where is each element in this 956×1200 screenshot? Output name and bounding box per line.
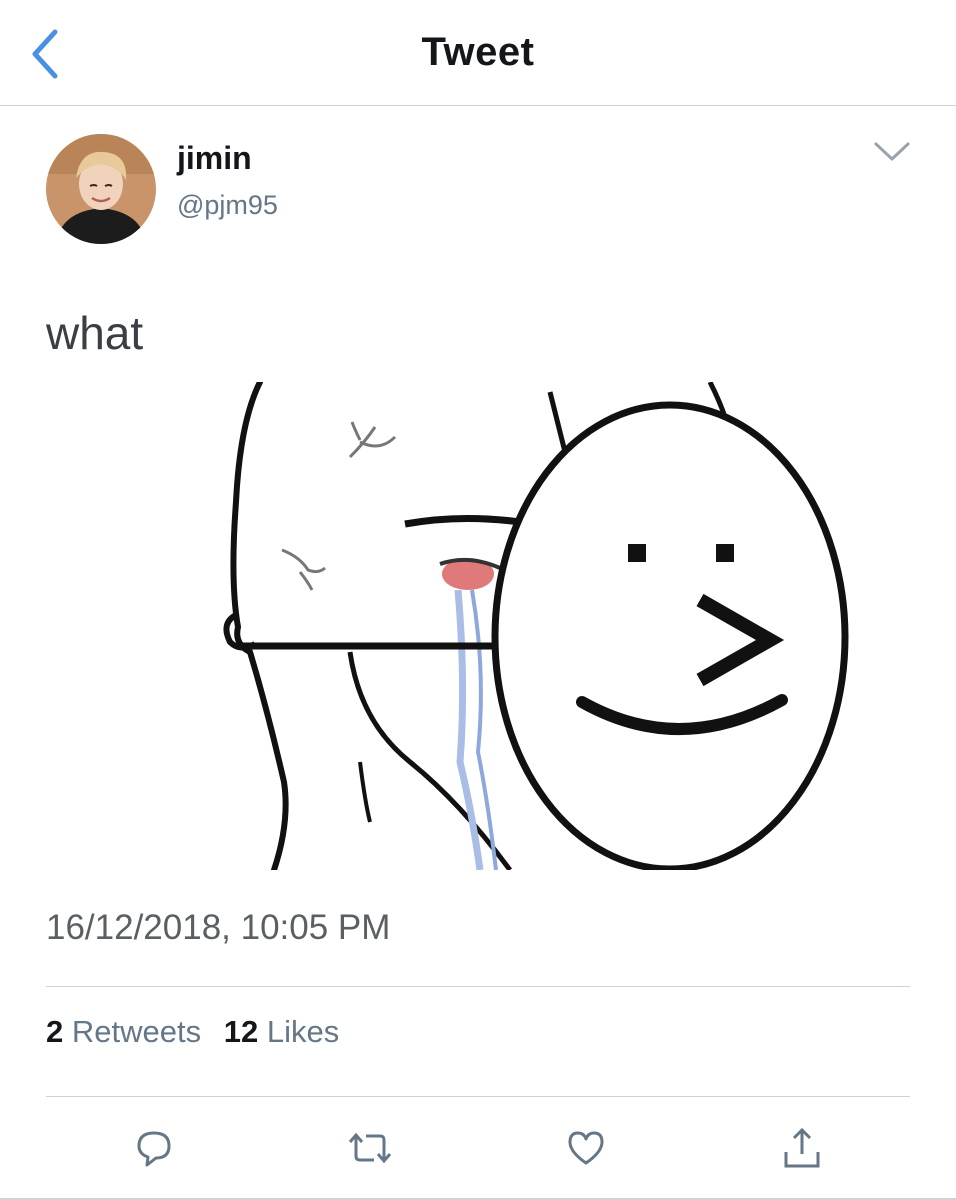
retweets-label: Retweets xyxy=(71,1014,202,1049)
retweet-icon xyxy=(348,1132,392,1164)
author-handle[interactable]: @pjm95 xyxy=(177,190,278,221)
share-icon xyxy=(784,1127,820,1168)
retweet-button[interactable] xyxy=(342,1118,398,1178)
tweet-media-image[interactable] xyxy=(210,382,870,870)
more-options-button[interactable] xyxy=(868,132,916,172)
avatar-image xyxy=(46,134,156,244)
divider xyxy=(46,1096,910,1097)
likes-label: Likes xyxy=(266,1014,340,1049)
retweets-stat[interactable]: 2 Retweets xyxy=(46,1014,201,1050)
likes-count: 12 xyxy=(223,1014,259,1049)
tweet-stats: 2 Retweets 12 Likes xyxy=(46,1014,353,1050)
tweet-action-bar xyxy=(0,1118,956,1178)
navigation-bar: Tweet xyxy=(0,0,956,106)
like-button[interactable] xyxy=(558,1118,614,1178)
likes-stat[interactable]: 12 Likes xyxy=(224,1014,339,1050)
retweets-count: 2 xyxy=(46,1014,64,1049)
share-button[interactable] xyxy=(774,1118,830,1178)
page-title: Tweet xyxy=(421,30,535,74)
reply-button[interactable] xyxy=(126,1118,182,1178)
tweet-timestamp: 16/12/2018, 10:05 PM xyxy=(46,908,391,947)
reply-icon xyxy=(137,1131,171,1167)
like-icon xyxy=(568,1131,604,1165)
avatar[interactable] xyxy=(46,134,156,244)
divider xyxy=(46,986,910,987)
author-display-name[interactable]: jimin xyxy=(177,140,252,177)
tweet-text: what xyxy=(46,307,144,359)
meme-image xyxy=(210,382,870,870)
chevron-down-icon xyxy=(874,142,910,161)
